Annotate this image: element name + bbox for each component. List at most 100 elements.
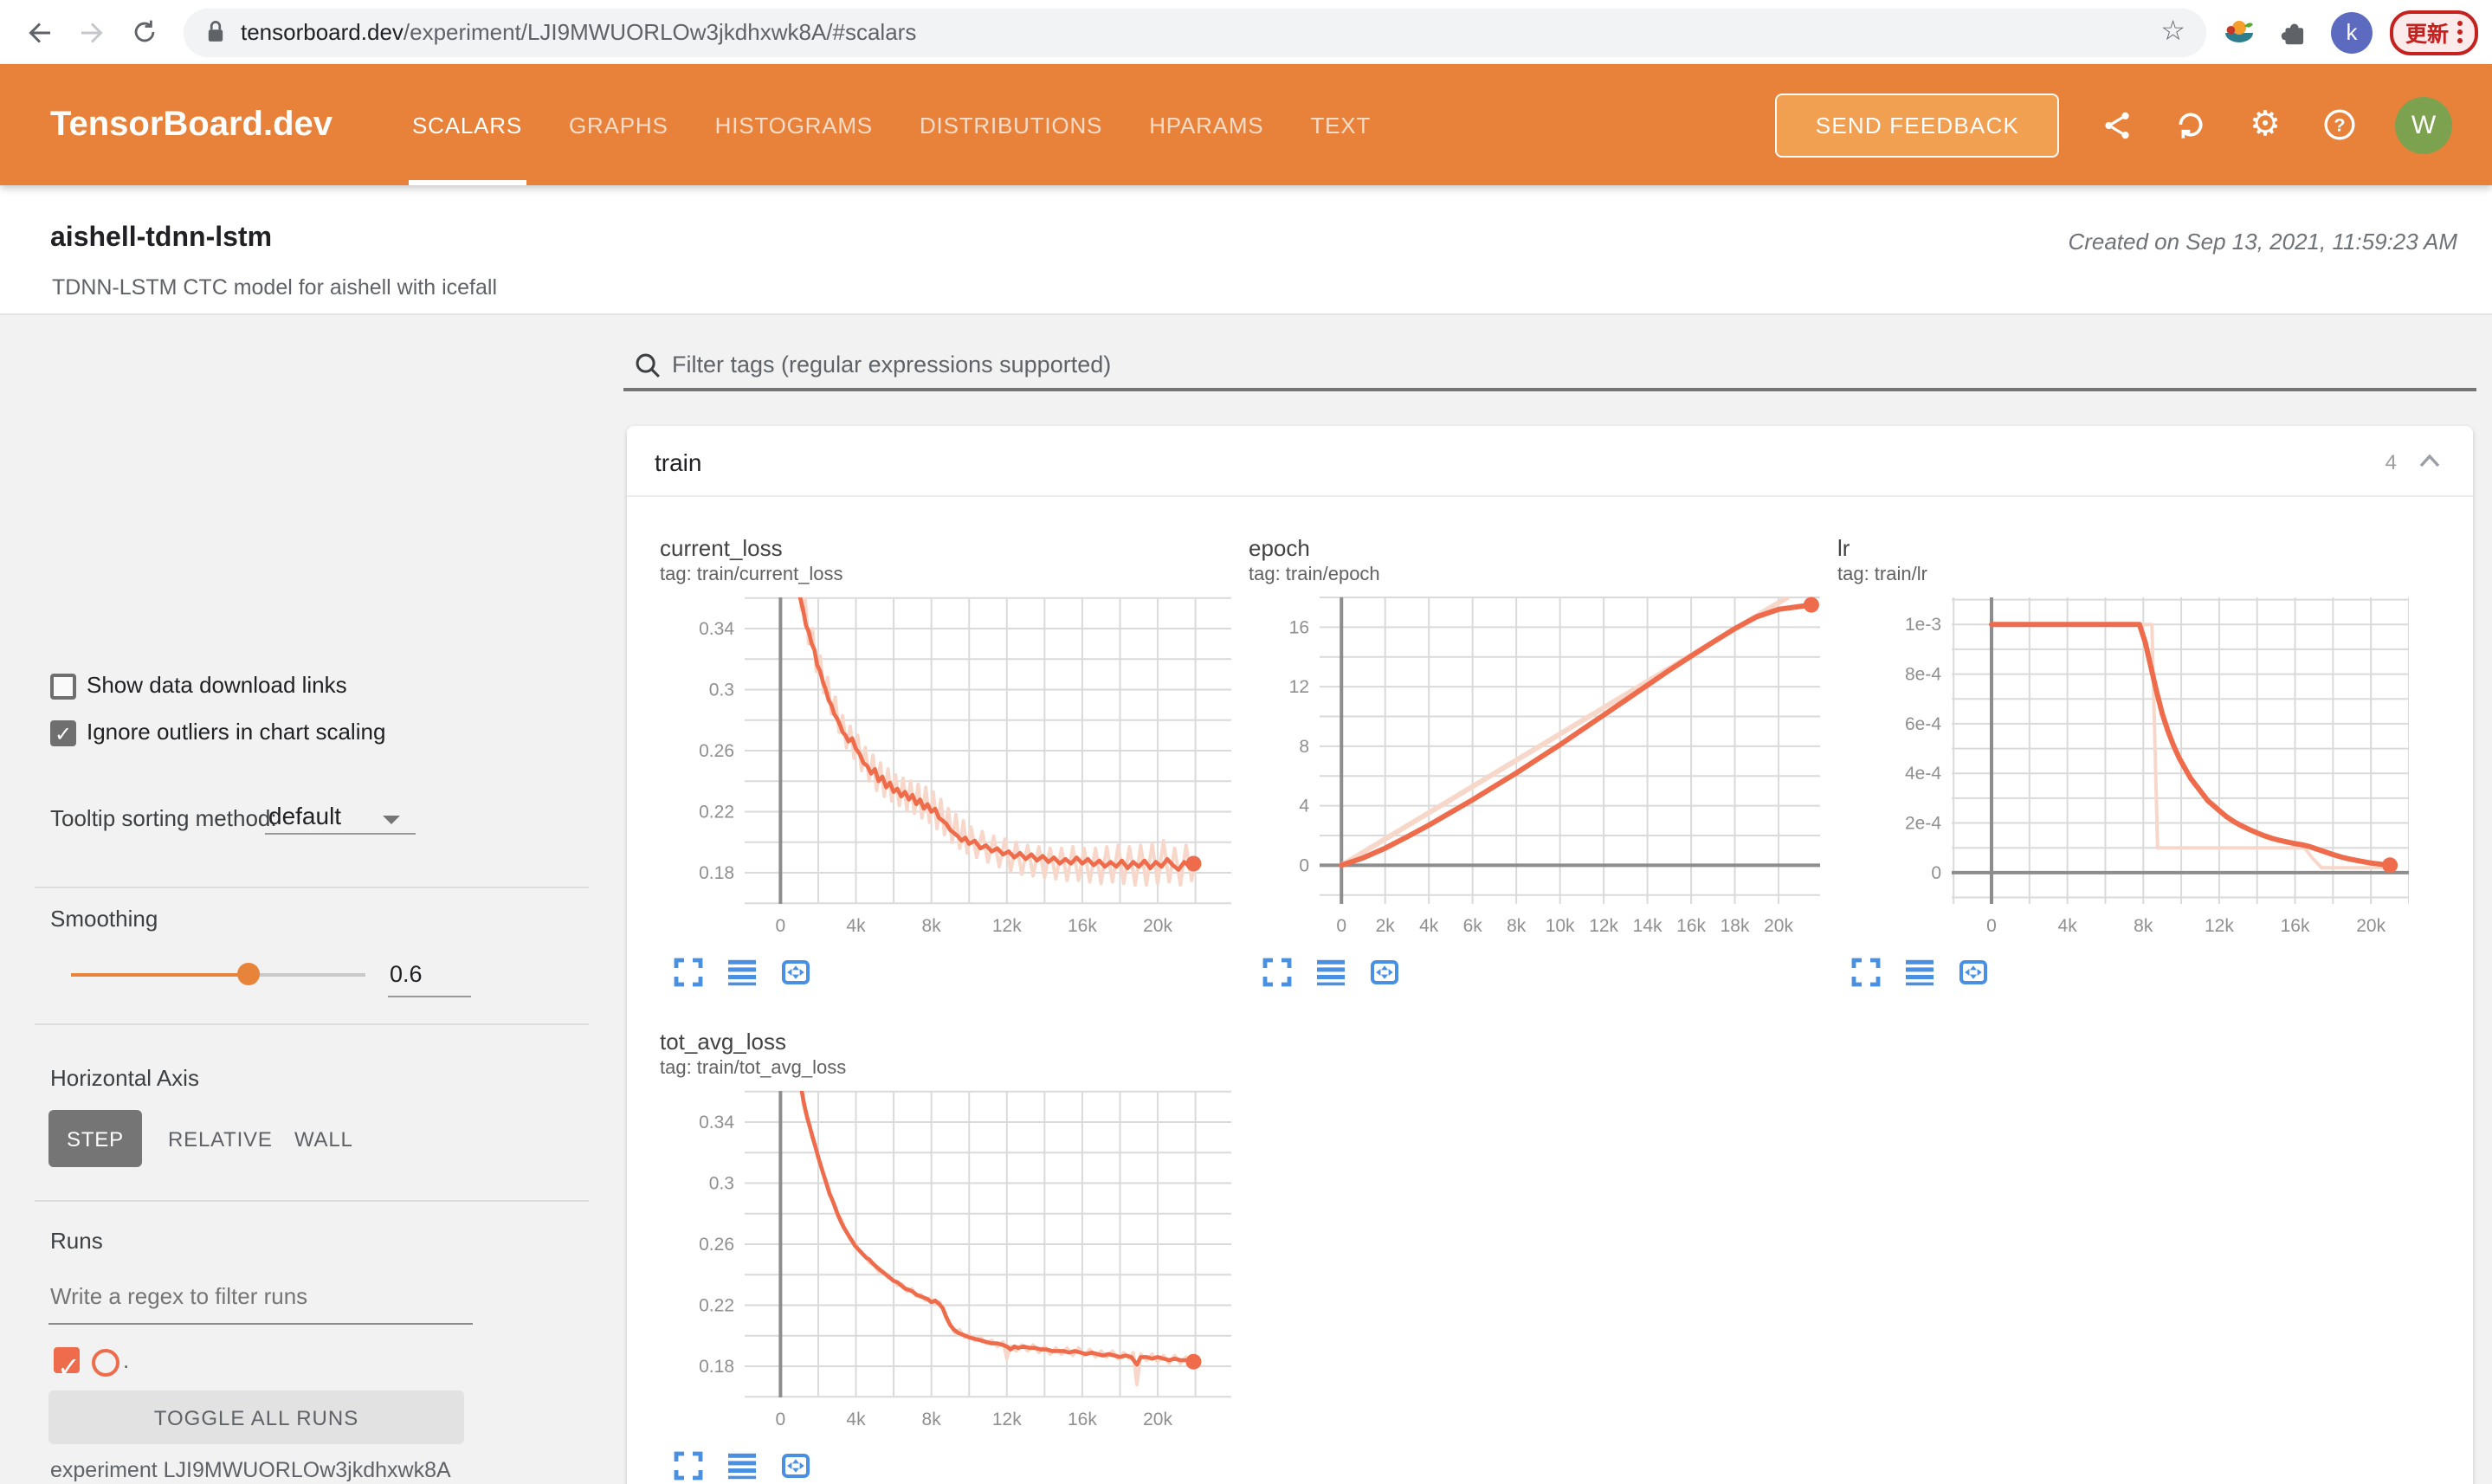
ignore-outliers-label: Ignore outliers in chart scaling: [87, 719, 386, 745]
forward-icon[interactable]: [66, 6, 118, 58]
url-text: tensorboard.dev/experiment/LJI9MWUORLOw3…: [241, 19, 917, 45]
browser-update-menu[interactable]: 更新: [2389, 10, 2478, 55]
svg-text:14k: 14k: [1633, 916, 1662, 936]
chart-title: current_loss: [660, 535, 783, 561]
fit-domain-icon[interactable]: [1959, 958, 1988, 987]
svg-text:0.18: 0.18: [699, 1357, 734, 1377]
filter-tags-input[interactable]: Filter tags (regular expressions support…: [672, 352, 1111, 377]
smoothing-value-underline: [388, 996, 471, 997]
user-avatar[interactable]: W: [2395, 96, 2452, 153]
run-checkbox[interactable]: ✓: [54, 1347, 81, 1384]
main-panel: Filter tags (regular expressions support…: [623, 315, 2492, 1484]
page: tensorboard.dev/experiment/LJI9MWUORLOw3…: [0, 0, 2492, 1484]
tab-distributions[interactable]: DISTRIBUTIONS: [916, 64, 1106, 185]
show-download-links-checkbox[interactable]: [50, 674, 76, 700]
toggle-log-scale-icon[interactable]: [1316, 958, 1346, 987]
svg-text:0.3: 0.3: [709, 680, 734, 700]
svg-text:0: 0: [776, 916, 786, 936]
svg-text:0.22: 0.22: [699, 1296, 734, 1316]
svg-text:0.34: 0.34: [699, 1113, 734, 1132]
tab-hparams[interactable]: HPARAMS: [1146, 64, 1267, 185]
toggle-all-runs-button[interactable]: TOGGLE ALL RUNS: [48, 1390, 464, 1444]
chart-tag: tag: train/tot_avg_loss: [660, 1058, 847, 1079]
smoothing-value[interactable]: 0.6: [390, 961, 423, 987]
tab-text[interactable]: TEXT: [1307, 64, 1374, 185]
help-icon[interactable]: ?: [2321, 106, 2359, 144]
fit-domain-icon[interactable]: [1370, 958, 1399, 987]
fit-domain-icon[interactable]: [781, 958, 810, 987]
svg-text:16k: 16k: [1068, 916, 1097, 936]
svg-text:4k: 4k: [846, 916, 866, 936]
chart-plot[interactable]: 0 4k 8k 12k 16k 20k 0.34 0.3 0.26 0.22 0.18: [660, 587, 1231, 944]
axis-wall-button[interactable]: WALL: [294, 1127, 353, 1152]
tooltip-sorting-label: Tooltip sorting method:: [50, 805, 277, 831]
svg-text:8k: 8k: [922, 1410, 942, 1429]
svg-text:0.18: 0.18: [699, 863, 734, 883]
chart-current-loss: current_loss tag: train/current_loss 0 4k…: [660, 535, 1231, 987]
fullscreen-icon[interactable]: [1262, 958, 1292, 987]
browser-profile-avatar[interactable]: k: [2330, 11, 2373, 53]
lock-icon: [208, 21, 223, 42]
tab-scalars[interactable]: SCALARS: [409, 64, 526, 185]
fullscreen-icon[interactable]: [674, 1451, 703, 1481]
refresh-icon[interactable]: [2172, 106, 2210, 144]
extensions-puzzle-icon[interactable]: [2272, 10, 2317, 55]
svg-text:8e-4: 8e-4: [1905, 665, 1941, 685]
runs-filter-input[interactable]: Write a regex to filter runs: [50, 1283, 307, 1309]
tab-histograms[interactable]: HISTOGRAMS: [712, 64, 876, 185]
chevron-down-icon: [383, 816, 400, 824]
fit-domain-icon[interactable]: [781, 1451, 810, 1481]
app-logo[interactable]: TensorBoard.dev: [50, 105, 332, 145]
chart-plot[interactable]: 0 4k 8k 12k 16k 20k 0.34 0.3 0.26 0.22 0.18: [660, 1081, 1231, 1437]
svg-text:4k: 4k: [846, 1410, 866, 1429]
run-color-swatch[interactable]: [92, 1349, 119, 1377]
experiment-info-bar: aishell-tdnn-lstm TDNN-LSTM CTC model fo…: [0, 185, 2492, 315]
smoothing-slider-thumb[interactable]: [237, 963, 260, 985]
svg-text:8k: 8k: [1507, 916, 1527, 936]
svg-text:6e-4: 6e-4: [1905, 714, 1941, 734]
back-icon[interactable]: [14, 6, 66, 58]
extension-fruit-icon[interactable]: [2217, 10, 2262, 55]
url-bar[interactable]: tensorboard.dev/experiment/LJI9MWUORLOw3…: [184, 8, 2206, 56]
svg-text:18k: 18k: [1721, 916, 1750, 936]
svg-text:4k: 4k: [2058, 916, 2078, 936]
toggle-log-scale-icon[interactable]: [727, 1451, 757, 1481]
browser-chrome: tensorboard.dev/experiment/LJI9MWUORLOw3…: [0, 0, 2492, 64]
svg-text:2e-4: 2e-4: [1905, 814, 1941, 834]
send-feedback-button[interactable]: SEND FEEDBACK: [1775, 93, 2059, 157]
chart-epoch: epoch tag: train/epoch 0 2k 4k 6k 8k 10k 12k 14…: [1249, 535, 1820, 987]
svg-text:0.34: 0.34: [699, 619, 734, 639]
filter-tags-underline: [623, 388, 2476, 390]
axis-relative-button[interactable]: RELATIVE: [168, 1127, 273, 1152]
tab-graphs[interactable]: GRAPHS: [565, 64, 672, 185]
run-name: .: [123, 1347, 130, 1373]
experiment-run-line: experiment LJI9MWUORLOw3jkdhxwk8A: [50, 1458, 451, 1482]
chart-plot[interactable]: 0 4k 8k 12k 16k 20k 1e-3 8e-4 6e-4 4e-4 2e-4 0: [1837, 587, 2409, 944]
chart-plot[interactable]: 0 2k 4k 6k 8k 10k 12k 14k 16k 18k 20k 0 4 8 12 16: [1249, 587, 1820, 944]
bookmark-star-icon[interactable]: ☆: [2160, 17, 2185, 46]
train-card-header[interactable]: train 4: [627, 426, 2473, 497]
chevron-up-icon[interactable]: [2418, 452, 2442, 469]
fullscreen-icon[interactable]: [1851, 958, 1881, 987]
charts-grid: current_loss tag: train/current_loss 0 4k…: [660, 535, 2444, 1481]
runs-label: Runs: [50, 1228, 103, 1254]
toggle-log-scale-icon[interactable]: [727, 958, 757, 987]
ignore-outliers-checkbox[interactable]: ✓: [50, 720, 76, 746]
tooltip-sorting-select[interactable]: default: [268, 802, 341, 829]
svg-text:16k: 16k: [2281, 916, 2310, 936]
group-count-badge: 4: [2385, 450, 2397, 474]
svg-text:12k: 12k: [992, 1410, 1022, 1429]
toggle-log-scale-icon[interactable]: [1905, 958, 1934, 987]
svg-text:4e-4: 4e-4: [1905, 764, 1941, 784]
svg-text:12k: 12k: [1589, 916, 1618, 936]
settings-gear-icon[interactable]: ⚙: [2246, 106, 2284, 144]
svg-text:20k: 20k: [1764, 916, 1793, 936]
share-icon[interactable]: [2097, 106, 2135, 144]
reload-icon[interactable]: [118, 6, 170, 58]
train-card: train 4 current_loss tag: train/current_…: [627, 426, 2473, 1484]
svg-text:16k: 16k: [1676, 916, 1706, 936]
nav-tabs: SCALARS GRAPHS HISTOGRAMS DISTRIBUTIONS …: [409, 64, 1374, 185]
fullscreen-icon[interactable]: [674, 958, 703, 987]
svg-text:8k: 8k: [2134, 916, 2153, 936]
axis-step-button[interactable]: STEP: [48, 1110, 142, 1167]
